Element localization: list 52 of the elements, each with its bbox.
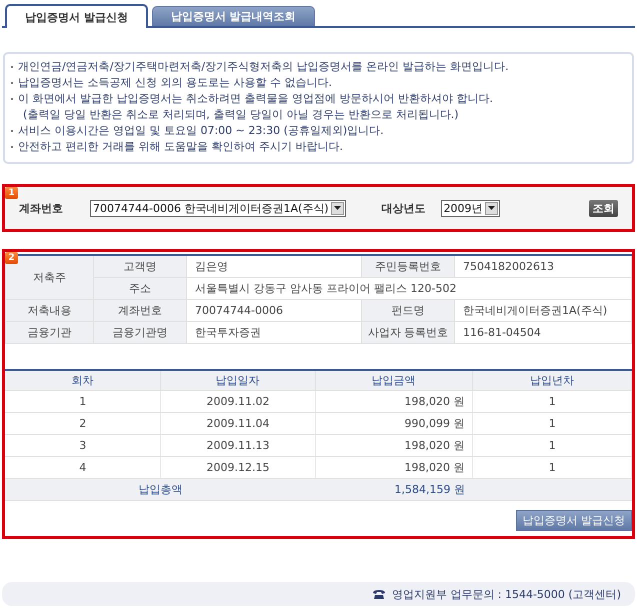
- search-button[interactable]: 조회: [589, 200, 618, 216]
- table-cell: 2: [5, 412, 160, 434]
- group-header: 저축내용: [6, 299, 94, 321]
- phone-icon: [372, 588, 386, 600]
- field-label: 주민등록번호: [362, 255, 454, 277]
- table-cell: 198,020 원: [315, 390, 472, 412]
- notice-text: 안전하고 편리한 거래를 위해 도움말을 확인하여 주시기 바랍니다.: [18, 140, 343, 154]
- tab[interactable]: 납입증명서 발급신청: [5, 4, 148, 28]
- field-label: 사업자 등록번호: [362, 321, 454, 343]
- field-value: 한국네비게이터증권1A(주식): [454, 299, 632, 321]
- column-header: 납입년차: [472, 370, 632, 390]
- field-value: 서울특별시 강동구 암사동 프라이어 팰리스 120-502: [186, 277, 632, 299]
- column-header: 회차: [5, 370, 160, 390]
- table-cell: 3: [5, 434, 160, 456]
- column-header: 납입금액: [315, 370, 472, 390]
- field-value: 70074744-0006: [186, 299, 362, 321]
- table-cell: 1: [5, 390, 160, 412]
- table-cell: 1: [472, 390, 632, 412]
- total-amount: 1,584,159 원: [315, 478, 472, 500]
- account-label: 계좌번호: [19, 200, 64, 216]
- total-label: 납입총액: [5, 478, 315, 500]
- notice-text: 서비스 이용시간은 영업일 및 토요일 07:00 ~ 23:30 (공휴일제외)입니다.: [18, 124, 384, 138]
- field-value: 7504182002613: [454, 255, 632, 277]
- field-label: 고객명: [94, 255, 186, 277]
- contact-text: 영업지원부 업무문의 : 1544-5000 (고객센터): [392, 586, 621, 602]
- account-select[interactable]: 70074744-0006 한국네비게이터증권1A(주식): [90, 200, 346, 216]
- table-cell: 2009.11.02: [160, 390, 315, 412]
- notice-text: 개인연금/연금저축/장기주택마련저축/장기주식형저축의 납입증명서를 온라인 발급하는 화면입니다.: [18, 60, 509, 74]
- section-badge: 2: [5, 252, 18, 264]
- field-label: 펀드명: [362, 299, 454, 321]
- field-label: 계좌번호: [94, 299, 186, 321]
- year-select[interactable]: 2009년: [440, 200, 500, 216]
- field-value: 116-81-04504: [454, 321, 632, 343]
- table-cell: 2009.11.04: [160, 412, 315, 434]
- table-cell: 990,099 원: [315, 412, 472, 434]
- year-label: 대상년도: [382, 200, 426, 216]
- column-header: 납입일자: [160, 370, 315, 390]
- field-label: 금융기관명: [94, 321, 186, 343]
- notice-text: 이 화면에서 발급한 납입증명서는 취소하려면 출력물을 영업점에 방문하시어 반환하셔야 합니다.: [18, 92, 493, 106]
- field-label: 주소: [94, 277, 186, 299]
- group-header: 금융기관: [6, 321, 94, 343]
- table-cell: 2009.11.13: [160, 434, 315, 456]
- caret-icon: [330, 202, 344, 214]
- notice-text: (출력일 당일 반환은 취소로 처리되며, 출력일 당일이 아닐 경우는 반환으로 처리됩니다.): [23, 108, 459, 122]
- caret-icon: [484, 202, 498, 214]
- notice-text: 납입증명서는 소득공제 신청 외의 용도로는 사용할 수 없습니다.: [18, 76, 332, 90]
- table-cell: 1: [472, 412, 632, 434]
- table-cell: 1: [472, 434, 632, 456]
- section-badge: 1: [5, 187, 18, 199]
- field-value: 한국투자증권: [186, 321, 362, 343]
- field-value: 김은영: [186, 255, 362, 277]
- table-cell: 198,020 원: [315, 434, 472, 456]
